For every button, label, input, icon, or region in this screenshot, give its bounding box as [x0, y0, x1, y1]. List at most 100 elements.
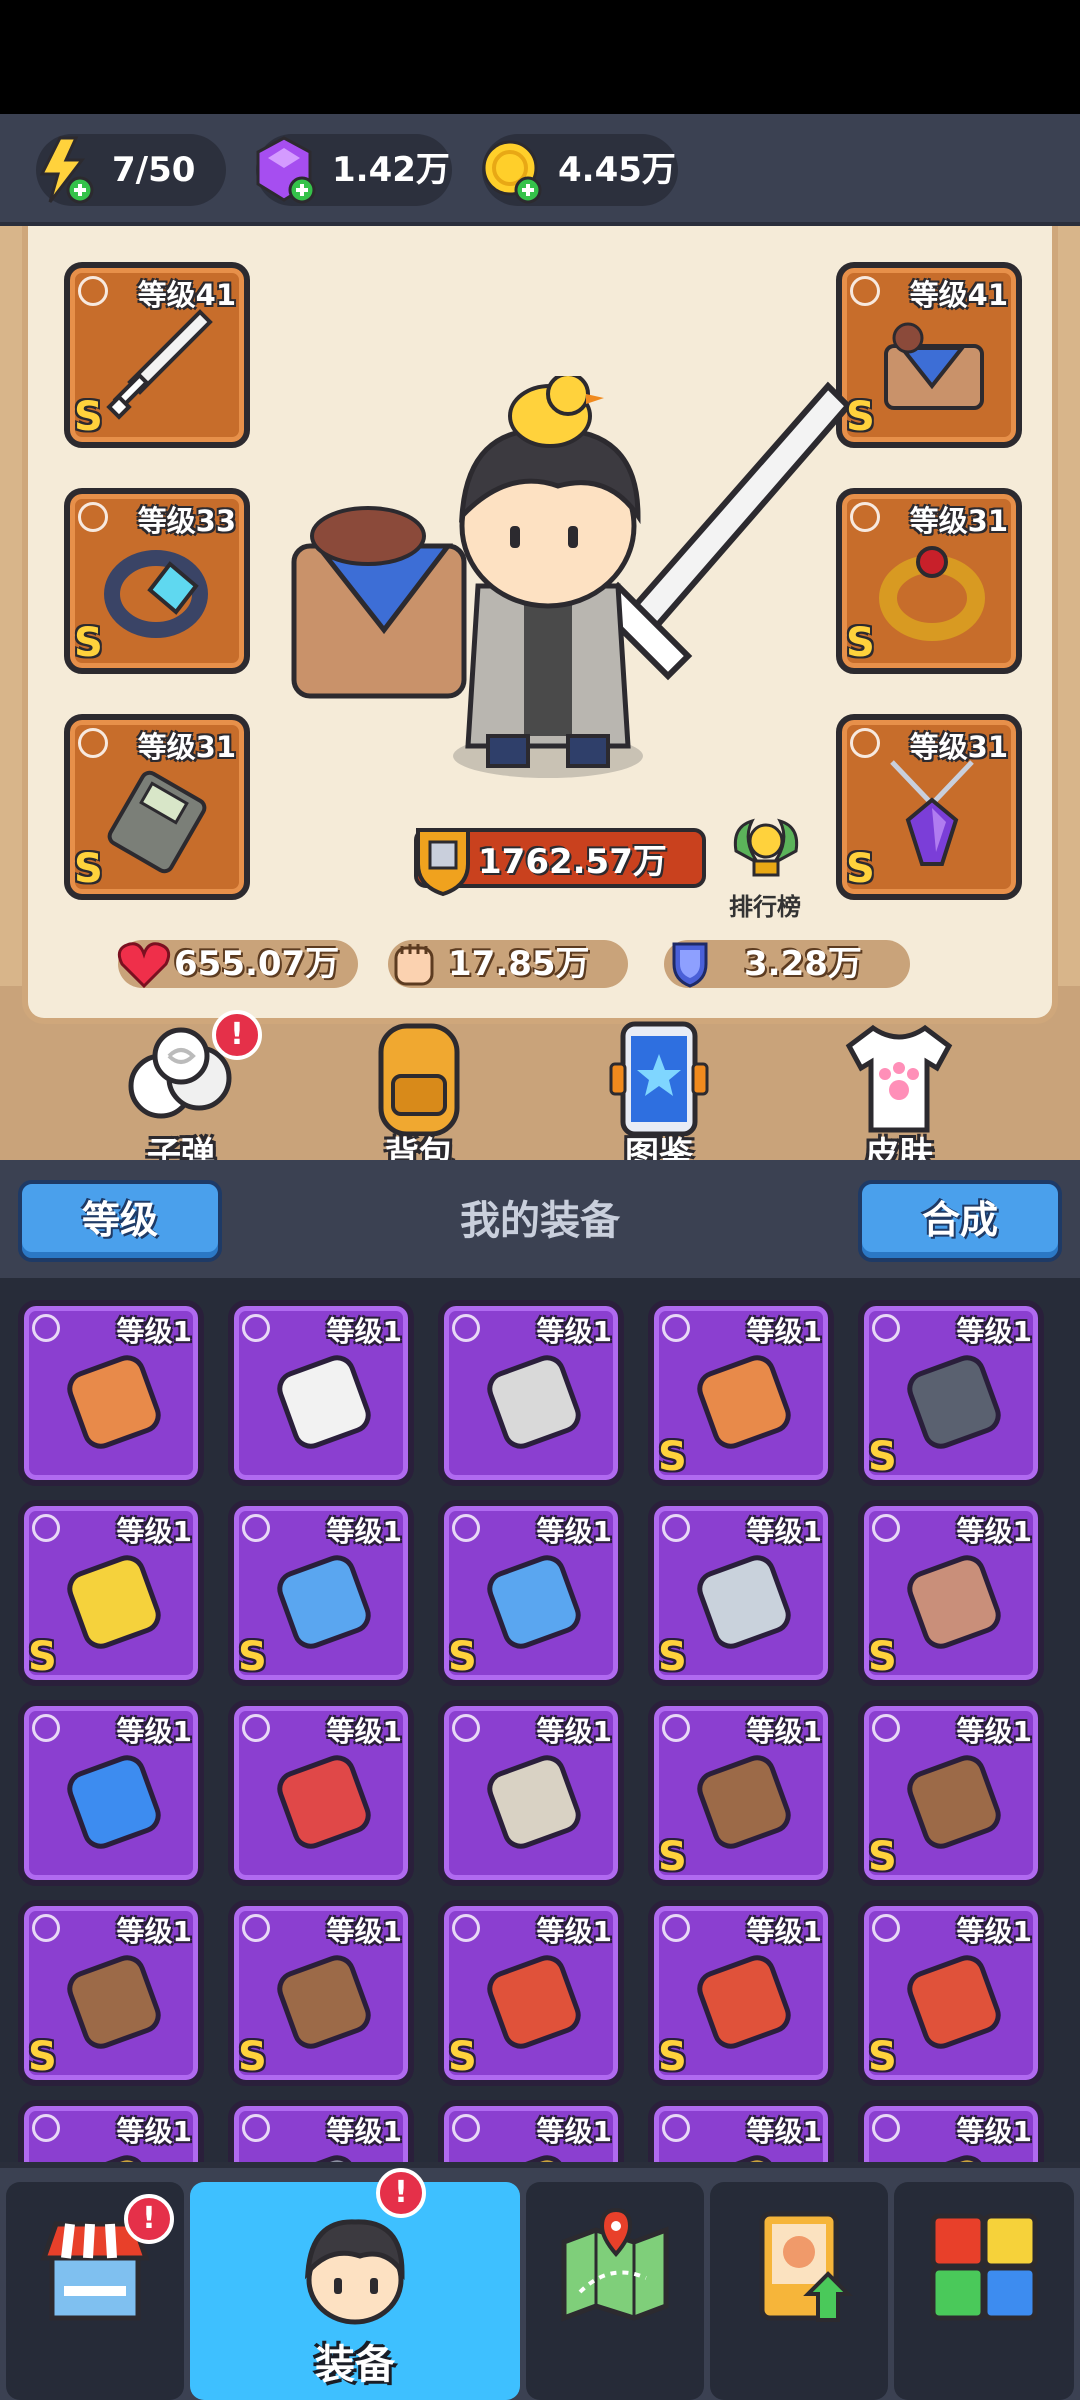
hp-stat: 655.07万: [117, 940, 358, 989]
item-level: 等级1: [746, 1315, 822, 1348]
bullets-button[interactable]: 子弹 !: [106, 1010, 262, 1176]
grade-badge: S: [868, 1434, 897, 1480]
inventory-item[interactable]: 等级1 S: [858, 1700, 1044, 1886]
coin-counter[interactable]: 4.45万: [482, 134, 678, 206]
grade-badge: S: [658, 1834, 687, 1880]
nav-tab-quests[interactable]: [710, 2182, 888, 2400]
merge-button[interactable]: 合成: [858, 1180, 1062, 1262]
lightning-icon: [39, 136, 94, 204]
inventory-item[interactable]: 等级1: [228, 2100, 414, 2162]
status-bar: [0, 0, 1080, 114]
bottle-icon: [697, 1355, 791, 1449]
inventory-item[interactable]: 等级1: [438, 1700, 624, 1886]
codex-button[interactable]: 图鉴: [584, 1016, 734, 1176]
item-type-icon: [32, 1914, 60, 1942]
inventory-item[interactable]: 等级1 S: [858, 1500, 1044, 1686]
item-type-icon: [662, 2114, 690, 2142]
ring-icon: [104, 550, 208, 638]
bottom-navigation: ! 装备 !: [0, 2162, 1080, 2400]
item-type-icon: [662, 1514, 690, 1542]
slot-level: 等级31: [137, 730, 236, 764]
inventory-item[interactable]: 等级1: [648, 2100, 834, 2162]
item-level: 等级1: [956, 2115, 1032, 2148]
sword-icon: [106, 309, 213, 420]
grade-badge: S: [868, 2034, 897, 2080]
hp-value: 655.07万: [174, 944, 340, 984]
energy-counter[interactable]: 7/50: [36, 134, 226, 206]
item-type-icon: [872, 1914, 900, 1942]
skin-button[interactable]: 皮肤: [824, 1016, 974, 1176]
inventory-item[interactable]: 等级1: [18, 2100, 204, 2162]
inventory-item[interactable]: 等级1 S: [228, 1900, 414, 2086]
inventory-item[interactable]: 等级1 S: [648, 1900, 834, 2086]
redbag-icon: [697, 1955, 791, 2049]
leaderboard-button[interactable]: 排行榜: [720, 811, 810, 921]
grade-badge: S: [658, 1434, 687, 1480]
inventory-item[interactable]: 等级1 S: [18, 1900, 204, 2086]
hero-character[interactable]: [288, 376, 848, 796]
defense-value: 3.28万: [744, 944, 862, 984]
inventory-item[interactable]: 等级1: [18, 1300, 204, 1486]
grade-badge: S: [448, 1634, 477, 1680]
game-screen: 7/50 1.42万 4.45万 等级41 S 等级33 S 等级31 S 等级…: [0, 0, 1080, 2400]
shield-icon: [672, 942, 708, 988]
paper-icon: [277, 1355, 371, 1449]
item-type-icon: [872, 1314, 900, 1342]
equip-slot-device[interactable]: 等级31 S: [64, 714, 250, 900]
item-type-icon: [242, 2114, 270, 2142]
inventory-item[interactable]: 等级1 S: [18, 1500, 204, 1686]
item-type-icon: [32, 1514, 60, 1542]
item-level: 等级1: [326, 1515, 402, 1548]
item-level: 等级1: [326, 1915, 402, 1948]
hero-face-icon: [304, 2219, 405, 2325]
inventory-item[interactable]: 等级1 S: [858, 1900, 1044, 2086]
item-type-icon: [662, 1914, 690, 1942]
inventory-item[interactable]: 等级1 S: [648, 1300, 834, 1486]
mushroom-icon: [907, 1555, 1001, 1649]
inventory-item[interactable]: 等级1 S: [228, 1500, 414, 1686]
item-level: 等级1: [746, 1715, 822, 1748]
inventory-item[interactable]: 等级1 S: [438, 1500, 624, 1686]
gem-counter[interactable]: 1.42万: [256, 134, 452, 206]
item-type-icon: [452, 1714, 480, 1742]
grade-badge: S: [448, 2034, 477, 2080]
grade-badge: S: [238, 2034, 267, 2080]
inventory-item[interactable]: 等级1 S: [438, 1900, 624, 2086]
inventory-item[interactable]: 等级1: [228, 1300, 414, 1486]
sort-by-level-button[interactable]: 等级: [18, 1180, 222, 1262]
equip-slot-basket[interactable]: 等级41 S: [836, 262, 1022, 448]
equip-slot-amulet[interactable]: 等级31 S: [836, 714, 1022, 900]
grade-badge: S: [74, 620, 103, 666]
device-icon: [107, 770, 207, 874]
equip-slot-weapon[interactable]: 等级41 S: [64, 262, 250, 448]
inventory-item[interactable]: 等级1 S: [648, 1700, 834, 1886]
redbag-icon: [487, 1955, 581, 2049]
item-type-icon: [662, 1714, 690, 1742]
nav-tab-equipment[interactable]: 装备 !: [190, 2168, 520, 2400]
newspaper-icon: [487, 1355, 581, 1449]
nav-tab-shop[interactable]: !: [6, 2182, 184, 2400]
item-type-icon: [662, 1314, 690, 1342]
inventory-item[interactable]: 等级1: [438, 2100, 624, 2162]
item-level: 等级1: [956, 1515, 1032, 1548]
slot-level: 等级41: [137, 278, 236, 312]
nav-tab-puzzle[interactable]: [894, 2182, 1074, 2400]
inventory-item[interactable]: 等级1: [858, 2100, 1044, 2162]
item-level: 等级1: [326, 1715, 402, 1748]
backpack-button[interactable]: 背包: [344, 1016, 494, 1176]
equip-slot-ring[interactable]: 等级33 S: [64, 488, 250, 674]
inventory-item[interactable]: 等级1 S: [648, 1500, 834, 1686]
nav-tab-map[interactable]: [526, 2182, 704, 2400]
inventory-item[interactable]: 等级1: [438, 1300, 624, 1486]
bag-icon: [907, 1755, 1001, 1849]
grade-badge: S: [28, 2034, 57, 2080]
slot-level: 等级31: [909, 730, 1008, 764]
inventory-item[interactable]: 等级1: [228, 1700, 414, 1886]
equip-slot-gold-ring[interactable]: 等级31 S: [836, 488, 1022, 674]
inventory-item[interactable]: 等级1: [18, 1700, 204, 1886]
power-shield-icon: [416, 828, 470, 897]
item-type-icon: [242, 1514, 270, 1542]
item-type-icon: [872, 1514, 900, 1542]
box-icon: [487, 1755, 581, 1849]
inventory-item[interactable]: 等级1 S: [858, 1300, 1044, 1486]
